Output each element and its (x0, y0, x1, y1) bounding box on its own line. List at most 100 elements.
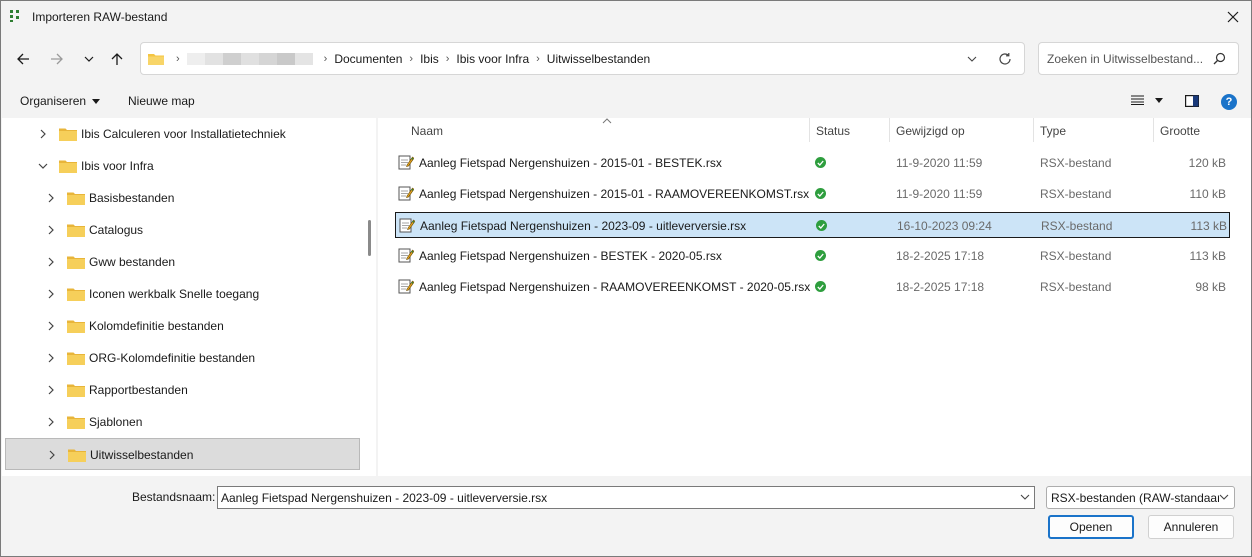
close-icon (1227, 11, 1239, 23)
file-list[interactable]: Naam Status Gewijzigd op Type Grootte Aa… (378, 118, 1251, 476)
tree-item-label: Sjablonen (89, 415, 143, 429)
new-folder-button[interactable]: Nieuwe map (128, 94, 195, 108)
column-header-name[interactable]: Naam (411, 124, 443, 144)
column-header-modified[interactable]: Gewijzigd op (896, 124, 965, 144)
file-modified: 11-9-2020 11:59 (896, 187, 983, 201)
column-divider[interactable] (1033, 118, 1034, 142)
file-row[interactable]: Aanleg Fietspad Nergenshuizen - 2015-01 … (395, 150, 1230, 176)
tree-item[interactable]: Ibis Calculeren voor Installatietechniek (5, 118, 360, 150)
filename-label: Bestandsnaam: (132, 490, 216, 504)
tree-item[interactable]: Uitwisselbestanden (5, 438, 360, 470)
tree-item-label: Iconen werkbalk Snelle toegang (89, 287, 260, 301)
chevron-down-icon (967, 56, 977, 62)
file-row[interactable]: Aanleg Fietspad Nergenshuizen - 2015-01 … (395, 181, 1230, 207)
tree-item[interactable]: Iconen werkbalk Snelle toegang (5, 278, 360, 310)
search-box[interactable] (1038, 42, 1239, 75)
tree-item[interactable]: ORG-Kolomdefinitie bestanden (5, 342, 360, 374)
chevron-down-icon (84, 56, 94, 62)
column-header-size[interactable]: Grootte (1160, 124, 1200, 144)
window-title: Importeren RAW-bestand (32, 10, 168, 24)
arrow-right-icon (51, 53, 63, 65)
file-size: 110 kB (1189, 187, 1226, 201)
chevron-right-icon[interactable] (37, 128, 49, 140)
sync-status-ok-icon (815, 188, 826, 199)
chevron-down-icon[interactable] (37, 160, 49, 172)
column-divider[interactable] (889, 118, 890, 142)
sync-status-ok-icon (816, 220, 827, 231)
chevron-right-icon[interactable]: › (536, 53, 540, 65)
rsx-file-icon (398, 185, 415, 204)
breadcrumb-ibis-voor-infra[interactable]: Ibis voor Infra (456, 52, 529, 66)
chevron-right-icon[interactable]: › (324, 53, 328, 65)
chevron-down-icon[interactable] (1020, 492, 1030, 502)
caret-down-icon (1155, 97, 1163, 103)
tree-item[interactable]: Catalogus (5, 214, 360, 246)
file-type: RSX-bestand (1041, 219, 1113, 233)
back-button[interactable] (11, 47, 35, 71)
redacted-path (186, 53, 313, 65)
breadcrumb-ibis[interactable]: Ibis (420, 52, 439, 66)
breadcrumb: › › Documenten › Ibis › Ibis voor Infra … (169, 52, 650, 66)
chevron-right-icon[interactable] (45, 192, 57, 204)
file-modified: 16-10-2023 09:24 (897, 219, 992, 233)
chevron-right-icon[interactable]: › (409, 53, 413, 65)
chevron-right-icon[interactable]: › (446, 53, 450, 65)
column-header-status[interactable]: Status (816, 124, 850, 144)
file-row[interactable]: Aanleg Fietspad Nergenshuizen - BESTEK -… (395, 243, 1230, 269)
address-bar[interactable]: › › Documenten › Ibis › Ibis voor Infra … (140, 42, 1025, 75)
refresh-icon (999, 53, 1011, 65)
folder-icon (67, 223, 85, 240)
chevron-right-icon[interactable] (45, 384, 57, 396)
tree-item-label: Ibis voor Infra (81, 159, 154, 173)
sort-ascending-icon (602, 118, 612, 124)
tree-item[interactable]: Sjablonen (5, 406, 360, 438)
tree-item[interactable]: Ibis voor Infra (5, 150, 360, 182)
change-view-button[interactable] (1131, 95, 1163, 105)
tree-item[interactable]: Kolomdefinitie bestanden (5, 310, 360, 342)
open-button[interactable]: Openen (1048, 515, 1134, 539)
address-dropdown-button[interactable] (964, 51, 980, 67)
folder-icon (67, 351, 85, 368)
chevron-right-icon[interactable] (45, 416, 57, 428)
nav-scrollbar-thumb[interactable] (368, 220, 371, 256)
navigation-pane[interactable]: Ibis Calculeren voor Installatietechniek… (2, 118, 376, 476)
up-button[interactable] (105, 47, 129, 71)
chevron-right-icon[interactable] (45, 352, 57, 364)
search-input[interactable] (1047, 51, 1212, 67)
tree-item[interactable]: Rapportbestanden (5, 374, 360, 406)
file-size: 113 kB (1190, 219, 1227, 233)
chevron-right-icon[interactable] (45, 224, 57, 236)
folder-icon (67, 383, 85, 400)
refresh-button[interactable] (996, 50, 1014, 68)
file-size: 98 kB (1195, 280, 1226, 294)
file-row[interactable]: Aanleg Fietspad Nergenshuizen - RAAMOVER… (395, 274, 1230, 300)
column-divider[interactable] (809, 118, 810, 142)
filename-input[interactable] (221, 490, 1011, 505)
chevron-right-icon[interactable] (45, 320, 57, 332)
chevron-right-icon[interactable] (45, 288, 57, 300)
chevron-right-icon[interactable] (46, 449, 58, 461)
chevron-right-icon[interactable]: › (176, 53, 180, 65)
tree-item[interactable]: Basisbestanden (5, 182, 360, 214)
search-icon[interactable] (1213, 52, 1226, 65)
file-modified: 11-9-2020 11:59 (896, 156, 983, 170)
folder-icon (67, 319, 85, 336)
tree-item-label: Basisbestanden (89, 191, 175, 205)
file-row[interactable]: Aanleg Fietspad Nergenshuizen - 2023-09 … (395, 212, 1230, 238)
tree-item[interactable]: Gww bestanden (5, 246, 360, 278)
recent-locations-button[interactable] (77, 47, 101, 71)
column-divider[interactable] (1153, 118, 1154, 142)
cancel-button[interactable]: Annuleren (1148, 515, 1234, 539)
forward-button[interactable] (45, 47, 69, 71)
breadcrumb-uitwisselbestanden[interactable]: Uitwisselbestanden (547, 52, 650, 66)
close-button[interactable] (1221, 5, 1245, 29)
chevron-right-icon[interactable] (45, 256, 57, 268)
breadcrumb-documenten[interactable]: Documenten (334, 52, 402, 66)
organize-menu-button[interactable]: Organiseren (20, 94, 101, 108)
file-type-filter-select[interactable]: RSX-bestanden (RAW-standaard) (1046, 486, 1235, 509)
preview-pane-button[interactable] (1185, 95, 1200, 110)
folder-icon (67, 191, 85, 208)
help-icon[interactable]: ? (1221, 94, 1237, 110)
filename-combobox[interactable] (217, 486, 1035, 509)
column-header-type[interactable]: Type (1040, 124, 1066, 144)
